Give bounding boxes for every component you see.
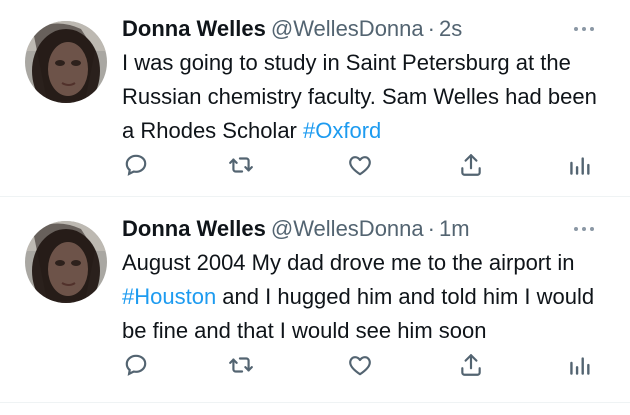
tweet-text: August 2004 My dad drove me to the airpo… <box>122 246 612 348</box>
tweet-divider <box>0 196 630 197</box>
like-icon[interactable] <box>346 151 374 179</box>
avatar[interactable] <box>25 221 107 303</box>
share-icon[interactable] <box>457 351 485 379</box>
reply-icon[interactable] <box>122 151 150 179</box>
analytics-icon[interactable] <box>566 351 594 379</box>
avatar-image <box>25 221 107 303</box>
action-bar <box>122 151 602 179</box>
avatar[interactable] <box>25 21 107 103</box>
action-bar <box>122 351 602 379</box>
author-name[interactable]: Donna Welles <box>122 216 266 241</box>
share-icon[interactable] <box>457 151 485 179</box>
hashtag-link[interactable]: #Oxford <box>303 118 381 143</box>
tweet-header: Donna Welles @WellesDonna · 1m <box>122 214 470 244</box>
hashtag-link[interactable]: #Houston <box>122 284 216 309</box>
tweet[interactable]: Donna Welles @WellesDonna · 2s I was going … <box>0 0 630 194</box>
tweet-header: Donna Welles @WellesDonna · 2s <box>122 14 462 44</box>
separator-dot: · <box>427 16 435 41</box>
timestamp[interactable]: 2s <box>439 16 462 41</box>
tweet-divider <box>0 402 630 403</box>
retweet-icon[interactable] <box>227 151 255 179</box>
text-segment: August 2004 My dad drove me to the airpo… <box>122 250 575 275</box>
tweet-text: I was going to study in Saint Petersburg… <box>122 46 612 148</box>
more-icon[interactable] <box>574 222 604 236</box>
analytics-icon[interactable] <box>566 151 594 179</box>
author-handle[interactable]: @WellesDonna <box>271 216 424 241</box>
tweet-feed: Donna Welles @WellesDonna · 2s I was going … <box>0 0 630 415</box>
more-icon[interactable] <box>574 22 604 36</box>
author-handle[interactable]: @WellesDonna <box>271 16 424 41</box>
timestamp[interactable]: 1m <box>439 216 470 241</box>
separator-dot: · <box>427 216 435 241</box>
tweet[interactable]: Donna Welles @WellesDonna · 1m August 2004 … <box>0 200 630 400</box>
avatar-image <box>25 21 107 103</box>
retweet-icon[interactable] <box>227 351 255 379</box>
like-icon[interactable] <box>346 351 374 379</box>
author-name[interactable]: Donna Welles <box>122 16 266 41</box>
reply-icon[interactable] <box>122 351 150 379</box>
